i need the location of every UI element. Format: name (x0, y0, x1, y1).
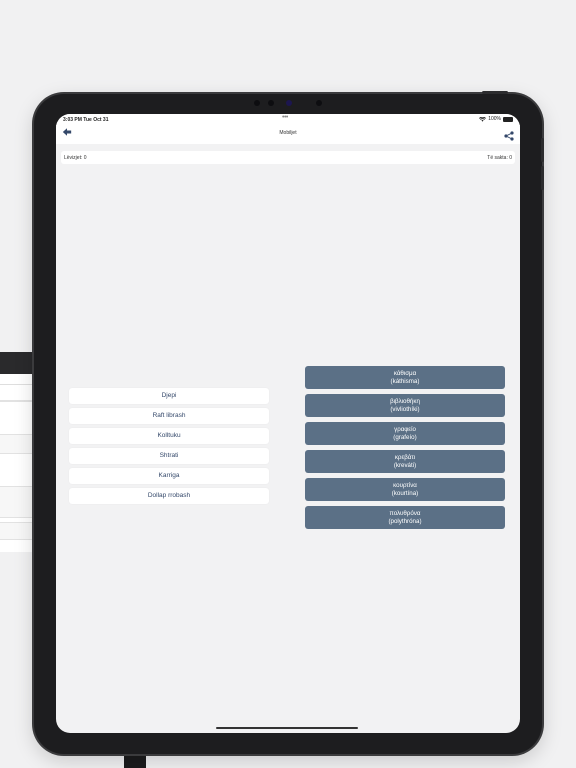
volume-button (541, 166, 544, 190)
translation-greek: βιβλιοθήκη (390, 398, 420, 405)
word-card[interactable]: Djepi (69, 388, 269, 404)
translation-card[interactable]: κάθισμα (káthisma) (305, 366, 505, 389)
word-card[interactable]: Raft librash (69, 408, 269, 424)
translation-card[interactable]: βιβλιοθήκη (vivliothíki) (305, 394, 505, 417)
word-card[interactable]: Shtrati (69, 448, 269, 464)
power-button (482, 91, 508, 94)
translation-latin: (káthisma) (390, 377, 420, 385)
battery-percent: 100% (488, 116, 501, 122)
translation-card[interactable]: κρεβάτι (kreváti) (305, 450, 505, 473)
translation-latin: (grafeío) (393, 433, 417, 441)
translation-list: κάθισμα (káthisma) βιβλιοθήκη (vivliothí… (305, 366, 505, 534)
score-bar: Lëvizjet: 0 Të sakta: 0 (61, 151, 515, 164)
sensor-icon (268, 100, 274, 106)
page-title: Mobiljet (279, 130, 297, 136)
translation-greek: κουρτίνα (393, 482, 417, 489)
multitask-dots[interactable]: ••• (282, 114, 288, 121)
battery-status: 100% (479, 116, 513, 122)
translation-greek: γραφείο (394, 426, 416, 433)
home-indicator[interactable] (216, 727, 358, 729)
translation-greek: κάθισμα (393, 370, 417, 377)
share-button[interactable] (504, 128, 514, 141)
word-card[interactable]: Karriga (69, 468, 269, 484)
camera-icon (286, 100, 292, 106)
translation-card[interactable]: πολυθρόνα (polythróna) (305, 506, 505, 529)
app-screen: 3:03 PM Tue Oct 31 ••• 100% Mobiljet Lëv… (56, 114, 520, 733)
wifi-icon (479, 116, 487, 122)
status-time: 3:03 PM Tue Oct 31 (63, 117, 109, 123)
translation-latin: (kourtína) (391, 489, 419, 497)
moves-count: Lëvizjet: 0 (64, 155, 87, 161)
share-icon (504, 131, 514, 141)
tablet-device: 3:03 PM Tue Oct 31 ••• 100% Mobiljet Lëv… (34, 91, 544, 754)
translation-card[interactable]: κουρτίνα (kourtína) (305, 478, 505, 501)
battery-icon (503, 116, 513, 122)
cable (124, 752, 146, 768)
volume-button (541, 138, 544, 162)
nav-bar: Mobiljet (56, 124, 520, 144)
translation-greek: πολυθρόνα (389, 510, 421, 517)
correct-count: Të sakta: 0 (487, 155, 512, 161)
translation-latin: (kreváti) (393, 461, 417, 469)
translation-latin: (polythróna) (388, 517, 422, 525)
word-list: Djepi Raft librash Kolltuku Shtrati Karr… (69, 388, 269, 508)
translation-card[interactable]: γραφείο (grafeío) (305, 422, 505, 445)
sensor-icon (316, 100, 322, 106)
translation-greek: κρεβάτι (394, 454, 416, 461)
sensor-icon (254, 100, 260, 106)
word-card[interactable]: Kolltuku (69, 428, 269, 444)
translation-latin: (vivliothíki) (390, 405, 420, 413)
word-card[interactable]: Dollap rrobash (69, 488, 269, 504)
